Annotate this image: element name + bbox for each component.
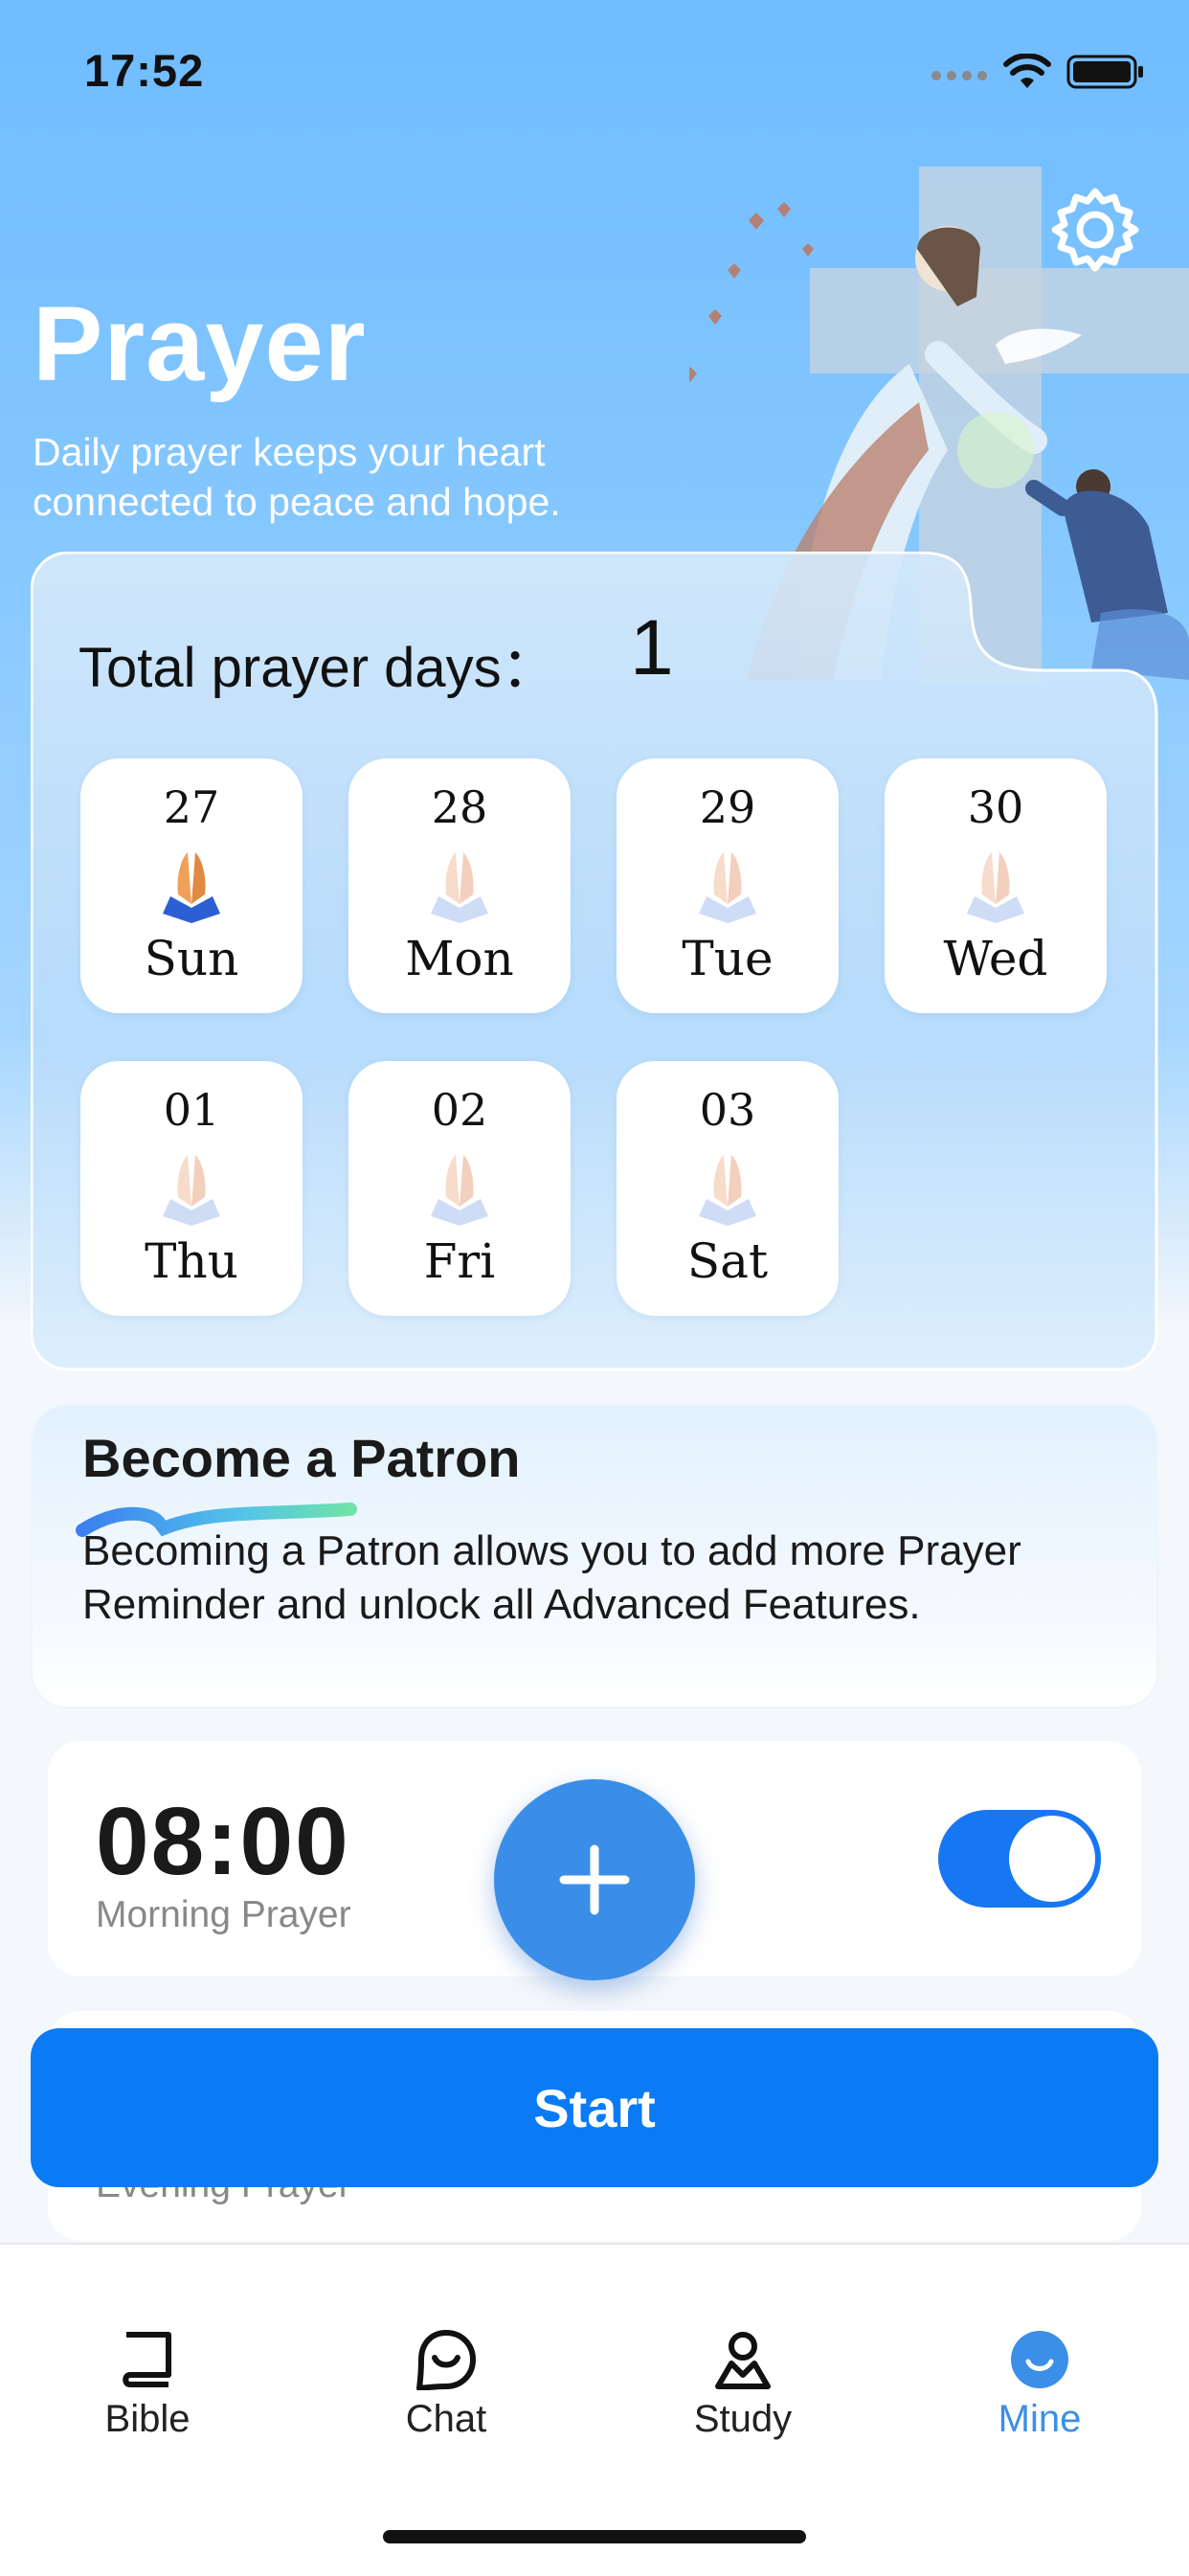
day-tile-sun[interactable]: 27 Sun [80,758,303,1013]
plus-icon [559,1844,630,1915]
reminder-label: Morning Prayer [96,1894,351,1935]
reminder-toggle[interactable] [938,1810,1101,1908]
praying-hands-icon [163,1155,220,1226]
day-tile-fri[interactable]: 02 Fri [348,1061,571,1316]
tab-label: Study [693,2398,793,2440]
day-tile-sat[interactable]: 03 Sat [617,1061,839,1316]
start-button[interactable]: Start [31,2028,1158,2187]
praying-hands-icon [163,852,220,923]
day-name: Wed [943,931,1048,986]
wifi-icon [1003,54,1051,88]
day-tile-tue[interactable]: 29 Tue [617,758,839,1013]
day-tile-wed[interactable]: 30 Wed [885,758,1107,1013]
praying-hands-icon [699,1155,756,1226]
day-date: 03 [699,1084,756,1136]
day-name: Tue [682,931,774,986]
day-name: Sat [686,1233,769,1289]
tab-label: Mine [998,2398,1082,2440]
day-tile-mon[interactable]: 28 Mon [348,758,571,1013]
day-date: 02 [431,1084,488,1136]
day-name: Fri [423,1233,496,1289]
praying-hands-icon [967,852,1024,923]
chat-smile-icon [416,2330,476,2390]
tab-bar: Bible Chat Study Mine [0,2243,1189,2576]
tab-bible[interactable]: Bible [33,2245,262,2474]
day-date: 28 [431,781,488,833]
battery-icon [1066,55,1143,89]
day-date: 29 [699,781,756,833]
day-name: Sun [144,931,239,986]
total-prayer-days-value: 1 [630,604,674,691]
become-patron-card[interactable]: Become a Patron Becoming a Patron allows… [31,1404,1158,1708]
tab-label: Chat [405,2398,487,2440]
reminder-time: 08:00 [96,1788,350,1895]
add-reminder-button[interactable] [494,1779,695,1980]
praying-hands-icon [699,852,756,923]
day-date: 01 [163,1084,220,1136]
day-tile-thu[interactable]: 01 Thu [80,1061,303,1316]
mine-icon [1011,2331,1068,2388]
home-indicator [383,2530,806,2543]
book-icon [123,2332,171,2387]
total-prayer-days-label: Total prayer days： [79,637,557,699]
status-time: 17:52 [84,45,205,96]
day-name: Mon [405,931,514,986]
toggle-knob [1009,1816,1095,1902]
patron-title: Become a Patron [82,1428,521,1488]
status-icons [931,54,1145,90]
tab-study[interactable]: Study [628,2245,858,2474]
settings-gear-icon[interactable] [1049,184,1141,276]
tab-label: Bible [104,2398,191,2440]
day-date: 27 [163,781,220,833]
day-date: 30 [967,781,1024,833]
praying-hands-icon [431,1155,488,1226]
person-icon [715,2332,771,2389]
tab-chat[interactable]: Chat [331,2245,561,2474]
page-title: Prayer [33,285,367,403]
praying-hands-icon [431,852,488,923]
cellular-signal-icon [931,71,987,80]
tab-mine[interactable]: Mine [925,2245,1155,2474]
patron-description: Becoming a Patron allows you to add more… [82,1527,1021,1628]
status-bar: 17:52 [0,0,1189,144]
page-subtitle: Daily prayer keeps your heart connected … [33,430,561,524]
day-name: Thu [145,1233,238,1289]
